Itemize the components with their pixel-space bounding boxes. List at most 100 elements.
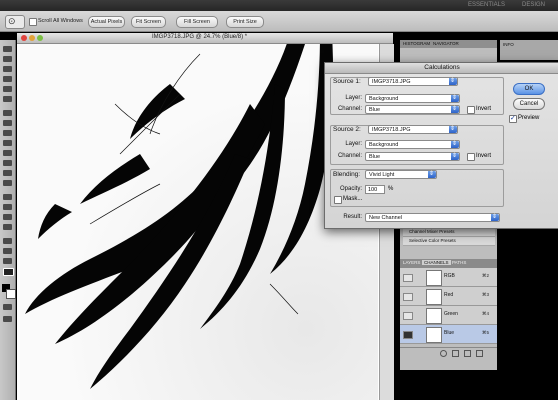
visibility-toggle[interactable] <box>403 293 413 301</box>
clone-stamp-tool-icon[interactable] <box>3 130 12 136</box>
dodge-tool-icon[interactable] <box>3 180 12 186</box>
panel-tabs: HISTOGRAM NAVIGATOR <box>400 40 497 48</box>
opacity-label: Opacity: <box>339 186 362 192</box>
tab-navigator[interactable]: NAVIGATOR <box>433 41 459 46</box>
preset-item[interactable]: Channel Mixer Presets <box>403 228 495 237</box>
load-selection-icon[interactable] <box>440 350 447 357</box>
dialog-title: Calculations <box>325 63 558 74</box>
3d-orbit-tool-icon[interactable] <box>3 248 12 254</box>
mask-checkbox[interactable] <box>334 196 342 204</box>
screen-mode-icon[interactable] <box>3 316 12 322</box>
visibility-toggle[interactable] <box>403 312 413 320</box>
close-window-button[interactable] <box>21 35 27 41</box>
tab-channels[interactable]: CHANNELS <box>422 260 451 265</box>
scroll-all-windows-checkbox[interactable] <box>29 18 37 26</box>
save-selection-icon[interactable] <box>452 350 459 357</box>
zoom-tool-icon: ⊙ <box>8 16 16 26</box>
cancel-button[interactable]: Cancel <box>513 98 545 110</box>
zoom-tool-icon[interactable] <box>3 268 14 276</box>
blending-label: Blending: <box>333 171 361 178</box>
preview-label: Preview <box>518 115 540 121</box>
channel-row-rgb[interactable]: RGB ⌘2 <box>400 268 497 287</box>
hand-tool-icon[interactable] <box>3 258 12 264</box>
eye-icon[interactable] <box>403 331 413 339</box>
tool-preset-picker[interactable]: ⊙ <box>5 15 25 29</box>
eyedropper-tool-icon[interactable] <box>3 96 12 102</box>
gradient-tool-icon[interactable] <box>3 160 12 166</box>
channel-shortcut: ⌘2 <box>482 273 490 278</box>
minimize-window-button[interactable] <box>29 35 35 41</box>
source2-layer-select[interactable]: Background <box>365 140 460 149</box>
source1-channel-select[interactable]: Blue <box>365 105 460 114</box>
new-channel-icon[interactable] <box>464 350 471 357</box>
tab-layers[interactable]: LAYERS <box>403 260 420 265</box>
crop-tool-icon[interactable] <box>3 86 12 92</box>
channel-row-red[interactable]: Red ⌘3 <box>400 287 497 306</box>
channel-row-blue[interactable]: Blue ⌘5 <box>400 325 497 344</box>
tab-histogram[interactable]: HISTOGRAM <box>403 41 430 46</box>
ok-button[interactable]: OK <box>513 83 545 95</box>
source2-channel-select[interactable]: Blue <box>365 152 460 161</box>
workspace-essentials[interactable]: ESSENTIALS <box>468 2 505 8</box>
tab-info[interactable]: INFO <box>503 42 514 47</box>
result-select[interactable]: New Channel <box>365 213 500 222</box>
source1-channel-label: Channel: <box>337 106 362 112</box>
source1-layer-value: Background <box>369 96 399 102</box>
source1-file-select[interactable]: IMGP3718.JPG <box>368 77 458 86</box>
3d-rotate-tool-icon[interactable] <box>3 238 12 244</box>
preset-item[interactable]: Selective Color Presets <box>403 237 495 246</box>
source2-invert-checkbox[interactable] <box>467 153 475 161</box>
source1-invert-checkbox[interactable] <box>467 106 475 114</box>
source2-file-select[interactable]: IMGP3718.JPG <box>368 125 458 134</box>
mask-label: Mask... <box>343 196 363 202</box>
tab-paths[interactable]: PATHS <box>452 260 466 265</box>
history-brush-tool-icon[interactable] <box>3 140 12 146</box>
brush-tool-icon[interactable] <box>3 120 12 126</box>
result-value: New Channel <box>369 215 403 221</box>
preview-checkbox[interactable] <box>509 114 517 123</box>
blending-mode-select[interactable]: Vivid Light <box>365 170 437 179</box>
source2-layer-label: Layer: <box>345 141 362 147</box>
opacity-input[interactable]: 100 <box>365 185 385 194</box>
channel-name: Blue <box>444 330 455 336</box>
fill-screen-button[interactable]: Fill Screen <box>176 16 218 28</box>
opacity-percent: % <box>388 186 394 192</box>
zoom-window-button[interactable] <box>37 35 43 41</box>
source1-layer-select[interactable]: Background <box>365 94 460 103</box>
healing-brush-tool-icon[interactable] <box>3 110 12 116</box>
marquee-tool-icon[interactable] <box>3 56 12 62</box>
source1-file-value: IMGP3718.JPG <box>372 79 411 85</box>
source2-label: Source 2: <box>333 126 361 133</box>
actual-pixels-button[interactable]: Actual Pixels <box>88 16 125 28</box>
source1-layer-label: Layer: <box>345 95 362 101</box>
visibility-toggle[interactable] <box>403 274 413 282</box>
pen-tool-icon[interactable] <box>3 194 12 200</box>
chevron-updown-icon <box>449 77 457 86</box>
print-size-button[interactable]: Print Size <box>226 16 264 28</box>
source1-channel-value: Blue <box>369 107 381 113</box>
chevron-updown-icon <box>451 152 459 161</box>
channel-name: Green <box>444 311 458 317</box>
source1-label: Source 1: <box>333 78 361 85</box>
source2-channel-label: Channel: <box>337 153 362 159</box>
quick-mask-icon[interactable] <box>3 304 12 310</box>
workspace-design[interactable]: DESIGN <box>522 2 545 8</box>
channels-panel-footer <box>400 347 497 357</box>
move-tool-icon[interactable] <box>3 46 12 52</box>
toolbox <box>0 40 16 400</box>
lasso-tool-icon[interactable] <box>3 66 12 72</box>
shape-tool-icon[interactable] <box>3 224 12 230</box>
eraser-tool-icon[interactable] <box>3 150 12 156</box>
fit-screen-button[interactable]: Fit Screen <box>131 16 166 28</box>
path-selection-tool-icon[interactable] <box>3 214 12 220</box>
channel-thumbnail <box>426 327 442 343</box>
channel-name: Red <box>444 292 454 298</box>
channel-shortcut: ⌘3 <box>482 292 490 297</box>
trash-icon[interactable] <box>476 350 483 357</box>
type-tool-icon[interactable] <box>3 204 12 210</box>
background-color-swatch[interactable] <box>6 289 16 299</box>
chevron-updown-icon <box>451 105 459 114</box>
quick-select-tool-icon[interactable] <box>3 76 12 82</box>
blur-tool-icon[interactable] <box>3 170 12 176</box>
channel-row-green[interactable]: Green ⌘4 <box>400 306 497 325</box>
